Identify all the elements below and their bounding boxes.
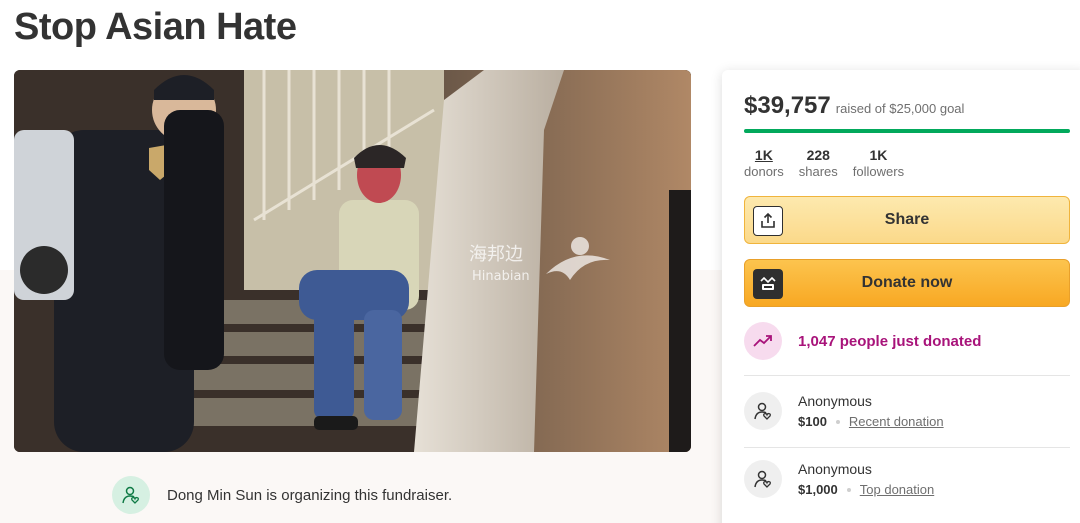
- donation-info: Anonymous $100 Recent donation: [798, 393, 944, 429]
- donor-heart-icon: [744, 392, 782, 430]
- raised-summary: $39,757 raised of $25,000 goal: [744, 92, 1070, 120]
- raised-goal-text: raised of $25,000 goal: [835, 101, 965, 116]
- donate-now-label: Donate now: [861, 274, 953, 291]
- trending-row: 1,047 people just donated: [744, 322, 981, 360]
- trending-up-icon: [744, 322, 782, 360]
- donation-sidebar: $39,757 raised of $25,000 goal 1K donors…: [722, 70, 1080, 523]
- separator-dot: [846, 487, 851, 492]
- stat-donors-label: donors: [744, 164, 784, 179]
- donation-amount: $100: [798, 414, 827, 429]
- watermark-latin: Hinabian: [472, 269, 530, 284]
- donation-detail: $1,000 Top donation: [798, 482, 934, 497]
- donation-info: Anonymous $1,000 Top donation: [798, 461, 934, 497]
- progress-bar: [744, 129, 1070, 133]
- divider: [744, 375, 1070, 376]
- donor-heart-icon: [744, 460, 782, 498]
- stat-shares: 228 shares: [799, 147, 838, 179]
- share-button-label: Share: [884, 211, 930, 228]
- share-icon: [753, 206, 783, 236]
- divider: [744, 447, 1070, 448]
- trending-text: 1,047 people just donated: [798, 332, 982, 350]
- top-donation-link[interactable]: Top donation: [860, 482, 934, 497]
- donation-item: Anonymous $1,000 Top donation: [744, 460, 934, 498]
- raised-amount: $39,757: [744, 92, 831, 119]
- stat-followers-label: followers: [852, 164, 905, 179]
- stat-followers: 1K followers: [853, 147, 904, 179]
- stat-followers-value: 1K: [869, 147, 888, 163]
- donor-name: Anonymous: [798, 461, 872, 477]
- watermark-cn: 海邦边: [469, 244, 523, 265]
- stat-donors[interactable]: 1K donors: [744, 147, 784, 179]
- organizer-row: Dong Min Sun is organizing this fundrais…: [112, 476, 452, 514]
- donor-name: Anonymous: [798, 393, 872, 409]
- stat-donors-value[interactable]: 1K: [755, 147, 773, 163]
- organizer-heart-icon: [112, 476, 150, 514]
- stats-row: 1K donors 228 shares 1K followers: [744, 147, 1070, 179]
- stat-shares-value: 228: [806, 147, 830, 163]
- stat-shares-label: shares: [798, 164, 838, 179]
- donate-now-button[interactable]: Donate now: [744, 259, 1070, 307]
- share-button[interactable]: Share: [744, 196, 1070, 244]
- organizer-text: Dong Min Sun is organizing this fundrais…: [167, 486, 453, 504]
- donation-detail: $100 Recent donation: [798, 414, 944, 429]
- separator-dot: [835, 419, 840, 424]
- progress-fill: [744, 129, 1070, 133]
- campaign-title: Stop Asian Hate: [14, 6, 297, 48]
- recent-donation-link[interactable]: Recent donation: [849, 414, 944, 429]
- campaign-photo[interactable]: 海邦边 Hinabian: [14, 70, 691, 452]
- donation-amount: $1,000: [798, 482, 838, 497]
- gofundme-logo-icon: [753, 269, 783, 299]
- donation-item: Anonymous $100 Recent donation: [744, 392, 944, 430]
